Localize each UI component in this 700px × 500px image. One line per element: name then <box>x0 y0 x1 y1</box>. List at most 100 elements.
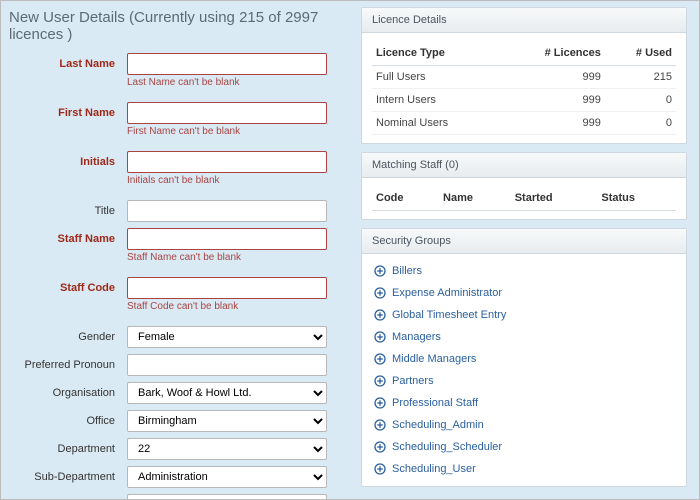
licence-panel-header: Licence Details <box>362 8 686 33</box>
field-label: Gender <box>7 326 127 343</box>
title-input[interactable] <box>127 200 327 222</box>
staff-name-input[interactable] <box>127 228 327 250</box>
security-group-label: Professional Staff <box>392 397 478 409</box>
matching-staff-table: Code Name Started Status <box>372 186 676 211</box>
field-control-wrap <box>127 354 327 376</box>
field-error: Initials can't be blank <box>127 175 327 186</box>
form-row: Last NameLast Name can't be blank <box>7 53 361 88</box>
form-row: OfficeBirmingham <box>7 410 361 434</box>
security-group-item[interactable]: Expense Administrator <box>372 282 676 304</box>
licence-cell-count: 999 <box>501 112 605 135</box>
field-label: Grade <box>7 494 127 499</box>
form-row: Preferred Pronoun <box>7 354 361 378</box>
security-group-label: Partners <box>392 375 434 387</box>
field-label: Title <box>7 200 127 217</box>
sub-department-input[interactable]: Administration <box>127 466 327 488</box>
preferred-pronoun-input[interactable] <box>127 354 327 376</box>
licence-cell-used: 0 <box>605 89 676 112</box>
form-row: Title <box>7 200 361 224</box>
security-group-item[interactable]: Scheduling_Scheduler <box>372 436 676 458</box>
security-groups-panel: Security Groups Billers Expense Administr… <box>361 228 687 487</box>
matching-panel-header: Matching Staff (0) <box>362 153 686 178</box>
add-icon <box>374 419 386 431</box>
add-icon <box>374 265 386 277</box>
security-group-item[interactable]: Scheduling_Admin <box>372 414 676 436</box>
matching-staff-panel: Matching Staff (0) Code Name Started Sta… <box>361 152 687 220</box>
organisation-input[interactable]: Bark, Woof & Howl Ltd. <box>127 382 327 404</box>
security-group-label: Scheduling_Scheduler <box>392 441 502 453</box>
licence-cell-used: 0 <box>605 112 676 135</box>
licence-cell-used: 215 <box>605 66 676 89</box>
security-group-item[interactable]: Partners <box>372 370 676 392</box>
last-name-input[interactable] <box>127 53 327 75</box>
staff-col-started: Started <box>511 186 598 211</box>
gender-input[interactable]: Female <box>127 326 327 348</box>
field-control-wrap: Administration <box>127 494 327 499</box>
security-group-label: Global Timesheet Entry <box>392 309 506 321</box>
staff-code-input[interactable] <box>127 277 327 299</box>
field-label: Organisation <box>7 382 127 399</box>
field-error: Last Name can't be blank <box>127 77 327 88</box>
licence-row: Nominal Users9990 <box>372 112 676 135</box>
form-row: GenderFemale <box>7 326 361 350</box>
staff-col-status: Status <box>597 186 676 211</box>
field-label: Staff Code <box>7 277 127 294</box>
field-label: Staff Name <box>7 228 127 245</box>
staff-col-code: Code <box>372 186 439 211</box>
field-control-wrap <box>127 200 327 222</box>
form-row: First NameFirst Name can't be blank <box>7 102 361 137</box>
side-column: Licence Details Licence Type # Licences … <box>361 1 695 499</box>
licence-cell-type: Intern Users <box>372 89 501 112</box>
add-icon <box>374 375 386 387</box>
licence-row: Intern Users9990 <box>372 89 676 112</box>
field-error: Staff Name can't be blank <box>127 252 327 263</box>
initials-input[interactable] <box>127 151 327 173</box>
add-icon <box>374 397 386 409</box>
field-label: Initials <box>7 151 127 168</box>
add-icon <box>374 441 386 453</box>
form-column: New User Details (Currently using 215 of… <box>1 1 361 499</box>
first-name-input[interactable] <box>127 102 327 124</box>
security-group-item[interactable]: Billers <box>372 260 676 282</box>
field-control-wrap: First Name can't be blank <box>127 102 327 137</box>
staff-col-name: Name <box>439 186 511 211</box>
page-title: New User Details (Currently using 215 of… <box>7 7 361 53</box>
licence-cell-count: 999 <box>501 89 605 112</box>
field-error: First Name can't be blank <box>127 126 327 137</box>
grade-input[interactable]: Administration <box>127 494 327 499</box>
field-control-wrap: Bark, Woof & Howl Ltd. <box>127 382 327 404</box>
field-control-wrap: Staff Code can't be blank <box>127 277 327 312</box>
form-row: Staff CodeStaff Code can't be blank <box>7 277 361 312</box>
field-control-wrap: Birmingham <box>127 410 327 432</box>
licence-cell-count: 999 <box>501 66 605 89</box>
licence-col-type: Licence Type <box>372 41 501 66</box>
security-group-item[interactable]: Global Timesheet Entry <box>372 304 676 326</box>
security-group-item[interactable]: Professional Staff <box>372 392 676 414</box>
add-icon <box>374 331 386 343</box>
security-group-label: Scheduling_User <box>392 463 476 475</box>
form-row: OrganisationBark, Woof & Howl Ltd. <box>7 382 361 406</box>
field-label: Department <box>7 438 127 455</box>
security-group-item[interactable]: Middle Managers <box>372 348 676 370</box>
field-label: Last Name <box>7 53 127 70</box>
field-error: Staff Code can't be blank <box>127 301 327 312</box>
licence-row: Full Users999215 <box>372 66 676 89</box>
field-label: First Name <box>7 102 127 119</box>
field-control-wrap: Administration <box>127 466 327 488</box>
licence-details-panel: Licence Details Licence Type # Licences … <box>361 7 687 144</box>
security-group-label: Managers <box>392 331 441 343</box>
form-row: GradeAdministration <box>7 494 361 499</box>
form-row: Staff NameStaff Name can't be blank <box>7 228 361 263</box>
add-icon <box>374 309 386 321</box>
office-input[interactable]: Birmingham <box>127 410 327 432</box>
security-group-item[interactable]: Scheduling_User <box>372 458 676 480</box>
field-control-wrap: Initials can't be blank <box>127 151 327 186</box>
security-group-label: Expense Administrator <box>392 287 502 299</box>
security-group-label: Middle Managers <box>392 353 476 365</box>
field-control-wrap: 22 <box>127 438 327 460</box>
security-groups-header: Security Groups <box>362 229 686 254</box>
form-row: InitialsInitials can't be blank <box>7 151 361 186</box>
field-label: Sub-Department <box>7 466 127 483</box>
department-input[interactable]: 22 <box>127 438 327 460</box>
security-group-item[interactable]: Managers <box>372 326 676 348</box>
